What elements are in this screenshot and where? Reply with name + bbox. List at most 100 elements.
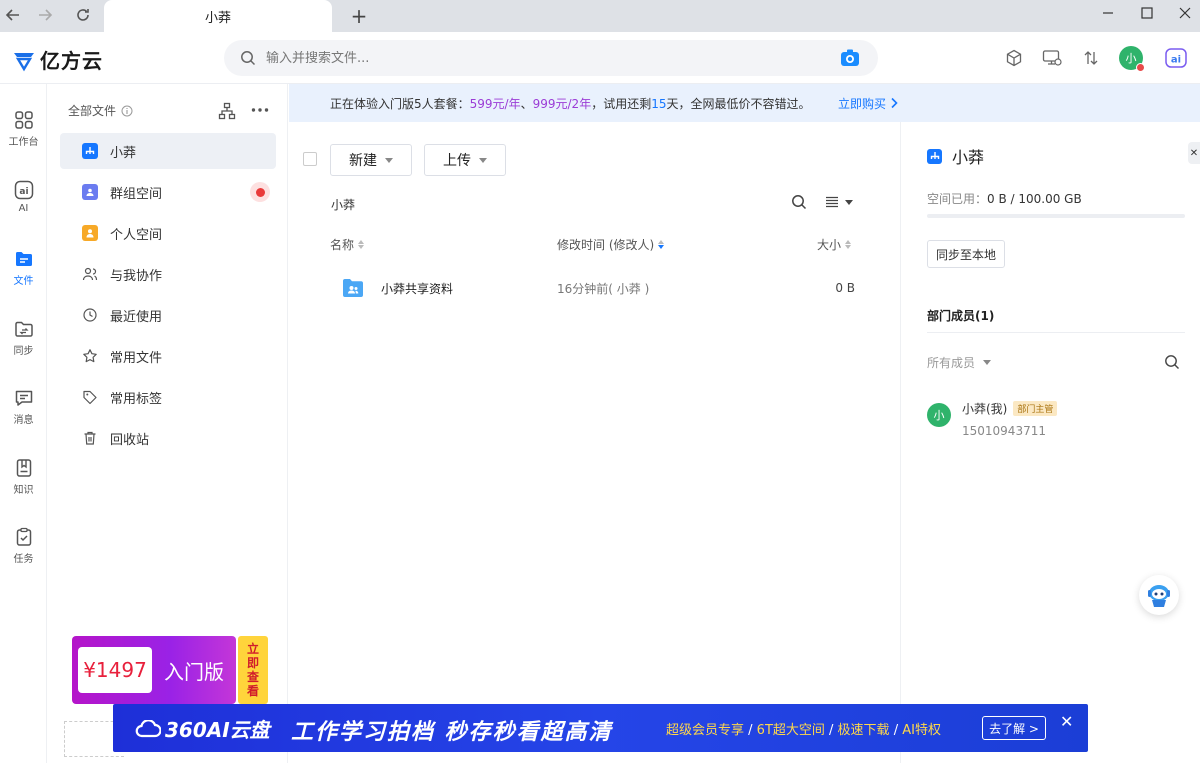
upload-button-label: 上传 bbox=[443, 153, 471, 169]
member-avatar[interactable]: 小 bbox=[927, 403, 951, 427]
ad-feature: 6T超大空间 bbox=[756, 723, 825, 738]
buy-now-link[interactable]: 立即购买 bbox=[838, 84, 898, 122]
ad-logo: 360AI云盘 bbox=[135, 714, 270, 743]
member-filter-label: 所有成员 bbox=[927, 356, 976, 370]
ad-banner[interactable]: 360AI云盘 工作学习拍档 秒存秒看超高清 超级会员专享 / 6T超大空间 /… bbox=[113, 704, 1088, 752]
sidebar-item-label: 常用文件 bbox=[110, 350, 163, 366]
ad-sep: / bbox=[744, 723, 757, 738]
sidebar-item-recent[interactable]: 最近使用 bbox=[60, 297, 276, 333]
list-view-toggle[interactable] bbox=[825, 196, 853, 208]
caret-down-icon bbox=[845, 199, 853, 205]
info-icon[interactable] bbox=[121, 105, 133, 117]
collapse-panel-icon[interactable]: ✕ bbox=[1188, 142, 1200, 164]
rail-item-messages[interactable]: 消息 bbox=[0, 388, 47, 426]
assistant-robot-icon[interactable] bbox=[1139, 575, 1179, 615]
search-bar[interactable] bbox=[224, 40, 878, 76]
file-size: 0 B bbox=[835, 281, 855, 295]
column-size-label: 大小 bbox=[817, 238, 842, 252]
svg-text:ai: ai bbox=[1171, 55, 1181, 66]
logo-text: 亿方云 bbox=[40, 49, 103, 73]
column-header-name[interactable]: 名称 bbox=[330, 236, 365, 253]
new-tab-button[interactable]: + bbox=[348, 6, 370, 28]
promo-char: 即 bbox=[246, 656, 259, 670]
sidebar-item-label: 最近使用 bbox=[110, 309, 163, 325]
sort-icon bbox=[658, 240, 665, 249]
sidebar-item-group-space[interactable]: 群组空间 bbox=[60, 174, 276, 210]
caret-down-icon bbox=[385, 157, 393, 163]
detail-panel: 小莽 空间已用：0 B / 100.00 GB 同步至本地 部门成员(1) 所有… bbox=[902, 122, 1200, 763]
upgrade-promo[interactable]: ¥1497 入门版 立 即 查 看 bbox=[72, 636, 268, 704]
storage-used-label: 空间已用： bbox=[927, 192, 988, 206]
new-button[interactable]: 新建 bbox=[330, 144, 412, 176]
rail-item-files[interactable]: 文件 bbox=[0, 249, 47, 287]
promo-price: ¥1497 bbox=[78, 647, 152, 693]
sidebar-heading: 全部文件 bbox=[68, 102, 133, 119]
notice-mid: ，试用还剩 bbox=[591, 96, 652, 111]
ad-close-icon[interactable]: ✕ bbox=[1060, 712, 1073, 731]
notice-price-2year: 999元/2年 bbox=[532, 96, 592, 111]
forward-icon[interactable] bbox=[34, 4, 56, 26]
notice-prefix: 正在体验入门版5人套餐： bbox=[330, 96, 470, 111]
record-badge[interactable] bbox=[250, 182, 270, 202]
reload-icon[interactable] bbox=[72, 4, 94, 26]
rail-label: 任务 bbox=[13, 554, 34, 565]
camera-icon[interactable] bbox=[840, 49, 860, 67]
ai-icon: ai bbox=[14, 180, 33, 200]
sidebar-item-tags[interactable]: 常用标签 bbox=[60, 379, 276, 415]
sidebar-item-label: 与我协作 bbox=[110, 268, 163, 284]
rail-item-ai[interactable]: ai AI bbox=[0, 180, 47, 214]
device-icon[interactable] bbox=[1041, 47, 1063, 69]
rail-item-tasks[interactable]: 任务 bbox=[0, 527, 47, 565]
column-header-size[interactable]: 大小 bbox=[817, 236, 852, 253]
select-all-checkbox[interactable] bbox=[303, 152, 317, 166]
sidebar-item-favorites[interactable]: 常用文件 bbox=[60, 338, 276, 374]
close-window-icon[interactable] bbox=[1172, 2, 1198, 24]
ai-assistant-icon[interactable]: ai bbox=[1165, 47, 1187, 69]
sidebar-item-personal-space[interactable]: 个人空间 bbox=[60, 215, 276, 251]
upload-button[interactable]: 上传 bbox=[424, 144, 506, 176]
notice-days: 15 bbox=[651, 96, 667, 111]
member-filter-dropdown[interactable]: 所有成员 bbox=[927, 354, 992, 371]
role-badge: 部门主管 bbox=[1013, 401, 1058, 416]
ad-learn-more-button[interactable]: 去了解 > bbox=[982, 716, 1046, 740]
browser-tab[interactable]: 小莽 bbox=[104, 0, 332, 32]
member-search-icon[interactable] bbox=[1164, 354, 1180, 370]
minimize-icon[interactable] bbox=[1095, 2, 1121, 24]
search-input[interactable] bbox=[266, 50, 806, 66]
promo-banner[interactable]: ¥1497 入门版 bbox=[72, 636, 236, 704]
column-header-modified[interactable]: 修改时间 (修改人) bbox=[557, 236, 665, 253]
cube-icon[interactable] bbox=[1003, 47, 1025, 69]
column-name-label: 名称 bbox=[330, 238, 355, 252]
promo-title: 入门版 bbox=[164, 659, 224, 684]
rail-label: AI bbox=[18, 203, 29, 214]
maximize-icon[interactable] bbox=[1134, 2, 1160, 24]
more-icon[interactable] bbox=[251, 107, 269, 113]
logo-icon bbox=[14, 52, 34, 71]
new-button-label: 新建 bbox=[349, 153, 377, 169]
sidebar-item-xiaomang[interactable]: 小莽 bbox=[60, 133, 276, 169]
sync-local-button[interactable]: 同步至本地 bbox=[927, 240, 1006, 268]
user-avatar[interactable]: 小 bbox=[1119, 46, 1145, 72]
app-header: 亿方云 小 ai bbox=[0, 32, 1200, 84]
sidebar-heading-text: 全部文件 bbox=[68, 104, 117, 118]
rail-label: 文件 bbox=[13, 276, 34, 287]
table-row[interactable]: 小莽共享资料 16分钟前( 小莽 ) 0 B bbox=[329, 268, 859, 308]
notice-sep: 、 bbox=[520, 96, 533, 111]
breadcrumb[interactable]: 小莽 bbox=[331, 196, 355, 213]
shared-folder-icon bbox=[343, 279, 363, 297]
promo-view-now[interactable]: 立 即 查 看 bbox=[238, 636, 268, 704]
back-icon[interactable] bbox=[2, 4, 24, 26]
org-chart-icon[interactable] bbox=[218, 102, 236, 120]
transfer-icon[interactable] bbox=[1080, 47, 1102, 69]
rail-item-sync[interactable]: 同步 bbox=[0, 319, 47, 357]
rail-item-workbench[interactable]: 工作台 bbox=[0, 110, 47, 148]
logo[interactable]: 亿方云 bbox=[12, 45, 103, 74]
member-name-row: 小莽(我) 部门主管 bbox=[962, 400, 1058, 417]
sidebar-item-collab[interactable]: 与我协作 bbox=[60, 256, 276, 292]
sidebar-item-trash[interactable]: 回收站 bbox=[60, 420, 276, 456]
storage-progress-bar bbox=[927, 214, 1185, 218]
file-name[interactable]: 小莽共享资料 bbox=[381, 280, 453, 297]
search-icon[interactable] bbox=[791, 194, 807, 210]
panel-title: 小莽 bbox=[927, 144, 984, 168]
rail-item-knowledge[interactable]: 知识 bbox=[0, 458, 47, 496]
